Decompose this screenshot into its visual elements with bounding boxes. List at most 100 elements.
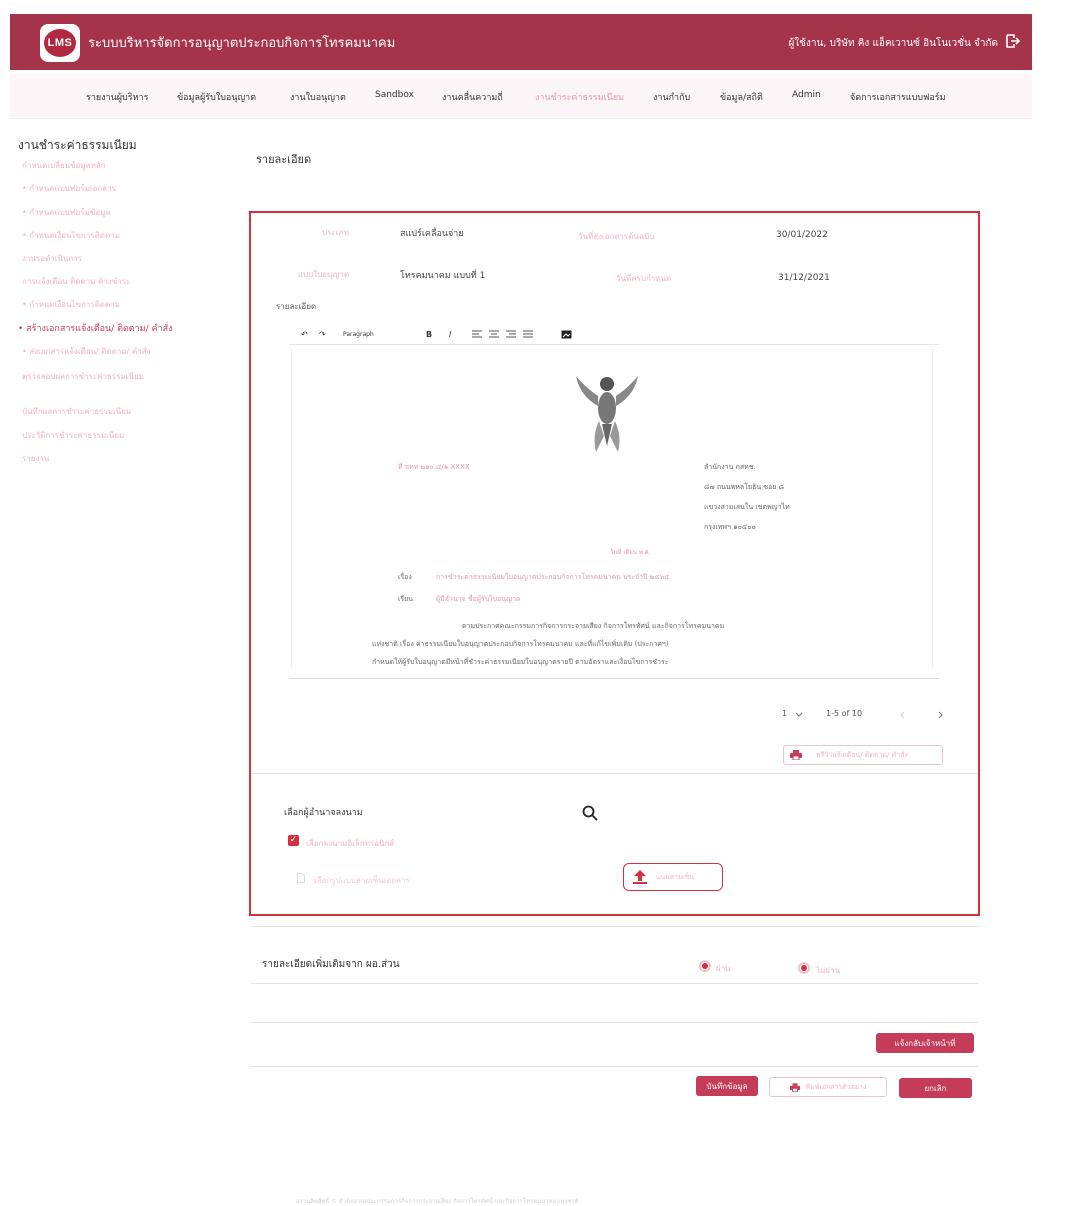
signer-label: เลือกผู้อำนาจลงนาม (284, 808, 363, 818)
page-range: 1-5 of 10 (826, 709, 863, 718)
prev-page-icon[interactable] (899, 711, 905, 719)
pass-radio-label: ผ่าน (716, 964, 731, 973)
send-date-value: 30/01/2022 (776, 230, 828, 240)
main-nav: รายงานผู้บริหาร ข้อมูลผู้รับใบอนุญาต งาน… (10, 74, 1032, 119)
nav-admin[interactable]: Admin (792, 90, 821, 100)
document-editor[interactable]: ↶ ↷ Paragraph B I ที่ สทท ๒๑๐.๔/๑ XXXX ส… (289, 326, 939, 679)
divider (251, 773, 978, 774)
sidebar-item-active[interactable]: • สร้างเอกสารแจ้งเตือน/ ติดตาม/ คำสั่ง (18, 321, 172, 335)
type-label: ประเภท (322, 228, 349, 237)
logout-icon[interactable] (1004, 33, 1020, 49)
license-type-label: แบบใบอนุญาต (298, 270, 350, 279)
upload-signature-button[interactable]: แนบลายเซ็น (623, 863, 723, 891)
doc-office-line: ๘๗ ถนนพหลโยธิน ซอย ๘ (704, 483, 785, 491)
page-select[interactable]: 1 (782, 709, 787, 718)
doc-office-line: กรุงเทพฯ ๑๐๔๐๐ (704, 523, 756, 531)
sidebar-item[interactable]: ประวัติการชำระค่าธรรมเนียม (22, 429, 124, 442)
doc-subject: การชำระค่าธรรมเนียมใบอนุญาตประกอบกิจการโ… (436, 573, 670, 581)
save-button[interactable]: บันทึกข้อมูล (696, 1076, 758, 1096)
print-button-label: พิมพ์เอกสารตัวอย่าง (805, 1082, 867, 1091)
app-title: ระบบบริหารจัดการอนุญาตประกอบกิจการโทรคมน… (88, 36, 396, 51)
next-page-icon[interactable] (938, 711, 944, 719)
chevron-down-icon[interactable] (795, 712, 803, 718)
undo-icon[interactable]: ↶ (301, 330, 308, 339)
italic-button[interactable]: I (449, 330, 451, 339)
nav-sandbox[interactable]: Sandbox (375, 90, 414, 100)
printer-icon (790, 750, 802, 760)
divider (251, 1066, 978, 1067)
doc-date: วันที่ เดือน พ.ศ. (610, 549, 651, 556)
nav-form-management[interactable]: จัดการเอกสารแบบฟอร์ม (850, 90, 946, 104)
nav-license-work[interactable]: งานใบอนุญาต (290, 90, 346, 104)
detail-label: รายละเอียด (276, 302, 317, 311)
nav-executive-report[interactable]: รายงานผู้บริหาร (86, 90, 148, 104)
doc-body-line: ตามประกาศคณะกรรมการกิจการกระจายเสียง กิจ… (462, 622, 725, 630)
type-value: สแปร์เคลื่อนจ่าย (400, 229, 464, 239)
preview-notice-button[interactable]: พรีวิวแจ้งเตือน/ ติดตาม/ คำสั่ง (783, 745, 943, 765)
cancel-button[interactable]: ยกเลิก (899, 1078, 972, 1098)
printer-icon (789, 1082, 800, 1092)
doc-office-line: สำนักงาน กสทช. (704, 463, 756, 471)
sidebar-title: งานชำระค่าธรรมเนียม (18, 138, 137, 152)
nav-frequency-work[interactable]: งานคลื่นความถี่ (442, 90, 503, 104)
divider (251, 1022, 978, 1023)
sidebar-item[interactable]: กำหนดเปลี่ยนข้อมูลหลัก (22, 159, 106, 172)
align-left-icon[interactable] (472, 330, 482, 339)
footer-copyright: สงวนลิขสิทธิ์ © สำนักงานคณะกรรมการกิจการ… (296, 1198, 579, 1205)
garuda-emblem-icon (576, 376, 638, 452)
sidebar-item[interactable]: บันทึกผลการชำระค่าธรรมเนียม (22, 405, 131, 418)
nav-supervision[interactable]: งานกำกับ (653, 90, 690, 104)
sidebar-item[interactable]: การแจ้งเตือน ติดตาม ค้างชำระ (22, 275, 130, 288)
sidebar-item[interactable]: • กำหนดแบบฟอร์มข้อมูล (22, 206, 110, 219)
divider (251, 926, 978, 927)
bold-button[interactable]: B (426, 330, 432, 339)
doc-recipient: ผู้มีอำนาจ ชื่อผู้รับใบอนุญาต (436, 595, 521, 603)
notify-officer-button[interactable]: แจ้งกลับเจ้าหน้าที่ (876, 1033, 974, 1053)
sidebar-item[interactable]: รายงาน (22, 452, 49, 465)
nav-fee-payment[interactable]: งานชำระค่าธรรมเนียม (535, 90, 624, 104)
doc-ref-number: ที่ สทท ๒๑๐.๔/๑ XXXX (398, 463, 470, 471)
logo-mark: LMS (44, 29, 76, 57)
file-icon (297, 873, 305, 883)
align-justify-icon[interactable] (523, 330, 533, 339)
send-date-label: วันที่ส่งเอกสารต้นฉบับ (578, 232, 655, 241)
document-preview: ที่ สทท ๒๑๐.๔/๑ XXXX สำนักงาน กสทช. ๘๗ ถ… (291, 348, 933, 668)
app-logo[interactable]: LMS (40, 24, 80, 62)
redo-icon[interactable]: ↷ (319, 330, 326, 339)
sidebar-item[interactable]: • กำหนดเงื่อนไขการติดตาม (22, 229, 120, 242)
due-date-label: วันที่ครบกำหนด (616, 274, 672, 283)
align-right-icon[interactable] (506, 330, 516, 339)
doc-subject-label: เรื่อง (398, 573, 412, 581)
divider (251, 983, 978, 984)
license-type-value: โทรคมนาคม แบบที่ 1 (400, 271, 486, 281)
signature-format-label: เลือกรูปแบบลายเซ็นเอกสาร (314, 876, 410, 885)
doc-body-line: แห่งชาติ เรื่อง ค่าธรรมเนียมใบอนุญาตประก… (372, 640, 669, 648)
editor-toolbar: ↶ ↷ Paragraph B I (289, 326, 939, 345)
fail-radio-label: ไม่ผ่าน (816, 966, 840, 975)
doc-to-label: เรียน (398, 595, 414, 603)
user-name: ผู้ใช้งาน, บริษัท คิง แอ็คเวานซ์ อินโนเว… (788, 38, 998, 49)
image-icon[interactable] (561, 330, 572, 339)
e-sign-checkbox[interactable]: ✓ (288, 835, 299, 846)
preview-button-label: พรีวิวแจ้งเตือน/ ติดตาม/ คำสั่ง (816, 750, 908, 759)
due-date-value: 31/12/2021 (778, 273, 830, 283)
sidebar-item[interactable]: ตรวจสอบผลการชำระค่าธรรมเนียม (22, 370, 144, 383)
sidebar-item[interactable]: • กำหนดเงื่อนไขการติดตาม (22, 298, 120, 311)
search-icon[interactable] (582, 805, 598, 821)
e-sign-label: เลือกลงนามอิเล็กทรอนิกส์ (306, 839, 395, 848)
align-center-icon[interactable] (489, 330, 499, 339)
upload-button-label: แนบลายเซ็น (656, 872, 694, 881)
pass-radio[interactable] (699, 960, 711, 972)
print-sample-button[interactable]: พิมพ์เอกสารตัวอย่าง (769, 1077, 887, 1097)
nav-statistics[interactable]: ข้อมูล/สถิติ (720, 90, 763, 104)
sidebar-item[interactable]: • ส่งเอกสารแจ้งเตือน/ ติดตาม/ คำสั่ง (22, 345, 151, 358)
app-header: LMS ระบบบริหารจัดการอนุญาตประกอบกิจการโท… (10, 14, 1032, 70)
doc-body-line: กำหนดให้ผู้รับใบอนุญาตมีหน้าที่ชำระค่าธร… (372, 658, 669, 666)
paragraph-select[interactable]: Paragraph (343, 331, 374, 338)
fail-radio[interactable] (798, 962, 810, 974)
sidebar-item[interactable]: • กำหนดแบบฟอร์มเอกสาร (22, 182, 116, 195)
nav-licensee-info[interactable]: ข้อมูลผู้รับใบอนุญาต (177, 90, 256, 104)
sidebar-item[interactable]: งานรอดำเนินการ (22, 252, 82, 265)
logo-text: LMS (47, 37, 73, 49)
section-title: รายละเอียด (256, 153, 312, 166)
